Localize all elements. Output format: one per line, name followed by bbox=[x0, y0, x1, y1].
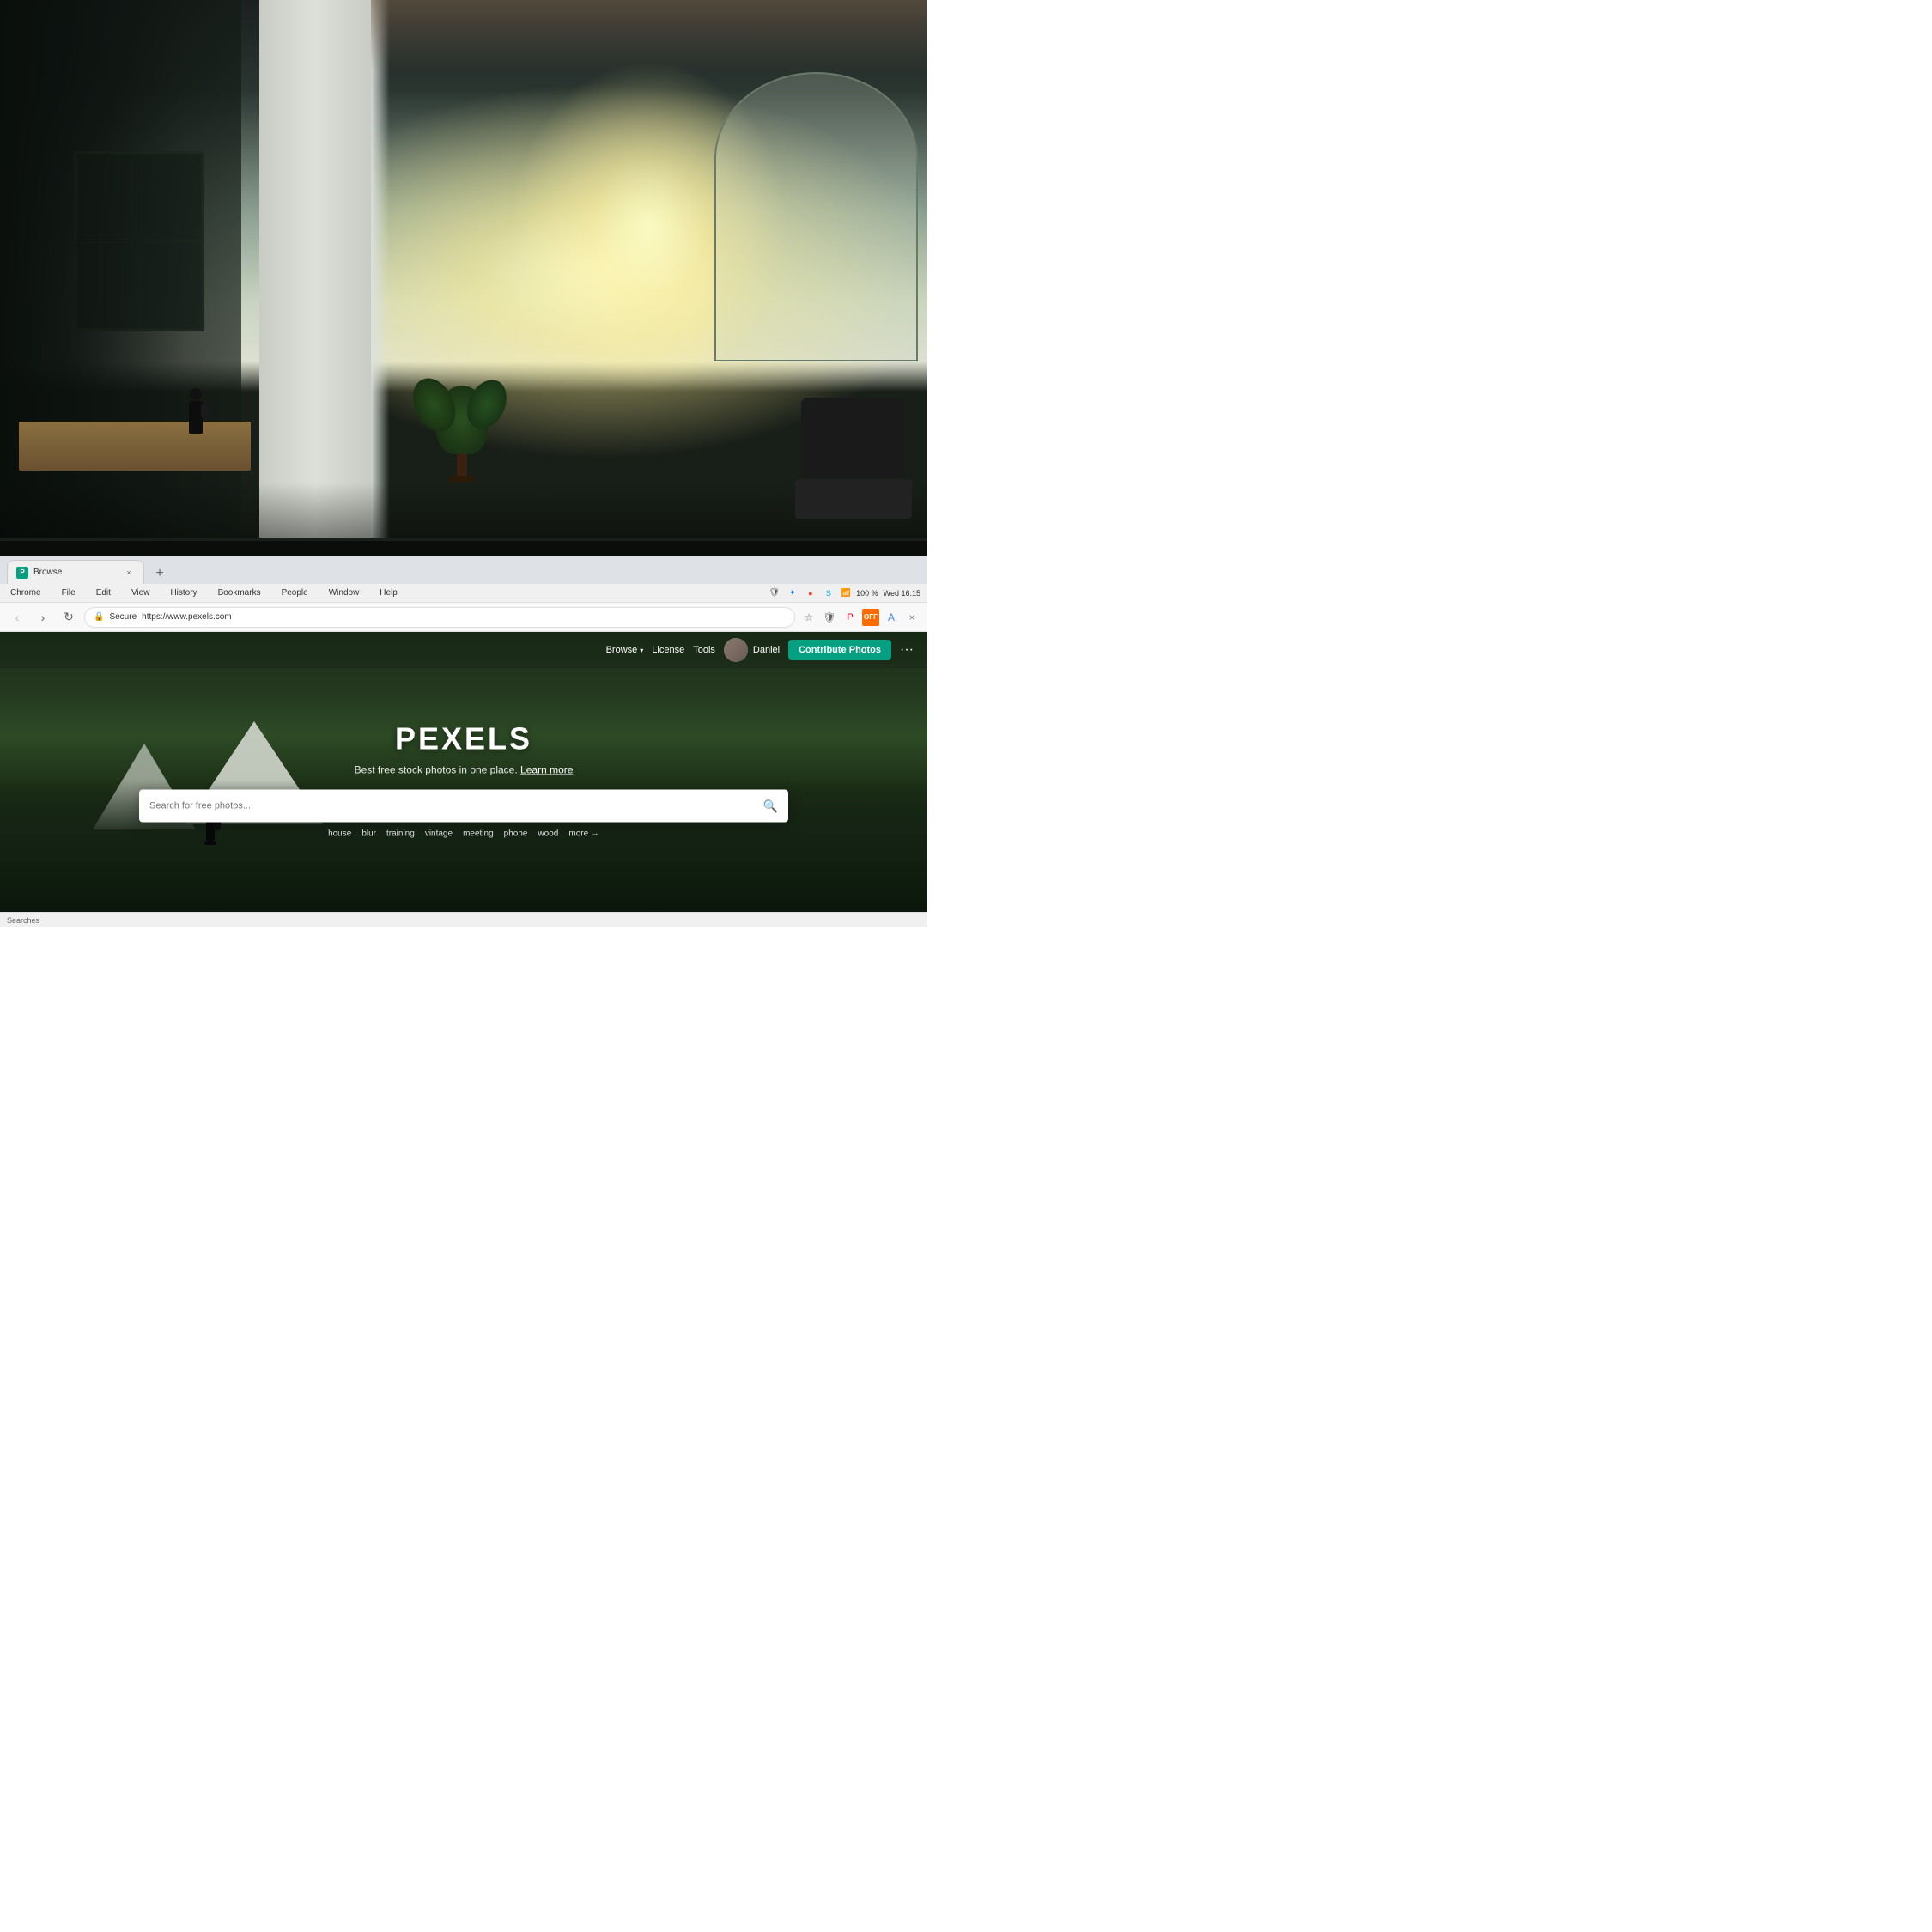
username-label[interactable]: Daniel bbox=[753, 645, 780, 655]
user-avatar[interactable] bbox=[724, 638, 748, 662]
hero-title: PEXELS bbox=[139, 721, 788, 757]
search-icon[interactable]: 🔍 bbox=[763, 799, 778, 813]
more-nav-button[interactable]: ··· bbox=[900, 642, 914, 658]
bookmarks-menu[interactable]: Bookmarks bbox=[215, 586, 264, 599]
nav-right: Browse ▾ License Tools Daniel Contribute… bbox=[606, 638, 914, 662]
tab-title: Browse bbox=[33, 568, 62, 577]
help-menu[interactable]: Help bbox=[376, 586, 401, 599]
office-background bbox=[0, 0, 927, 603]
plant bbox=[436, 386, 488, 483]
search-bar[interactable]: 🔍 bbox=[139, 790, 788, 823]
shield-icon: 🛡 bbox=[767, 586, 782, 601]
shield-check-icon[interactable]: 🛡 bbox=[821, 609, 838, 626]
new-tab-button[interactable]: + bbox=[149, 563, 170, 584]
browser-menu-bar: Chrome File Edit View History Bookmarks … bbox=[0, 584, 927, 603]
battery-level: 100 % bbox=[856, 589, 878, 598]
window-menu[interactable]: Window bbox=[325, 586, 363, 599]
hero-content: PEXELS Best free stock photos in one pla… bbox=[139, 721, 788, 839]
chair bbox=[788, 398, 918, 530]
status-text: Searches bbox=[7, 916, 39, 925]
pexels-nav: Browse ▾ License Tools Daniel Contribute… bbox=[0, 632, 927, 668]
browser-tabs-bar: P Browse × + bbox=[0, 556, 927, 584]
bookmark-star-icon[interactable]: ☆ bbox=[800, 609, 817, 626]
toolbar-icons: ☆ 🛡 P OFF A × bbox=[800, 609, 920, 626]
active-tab[interactable]: P Browse × bbox=[7, 560, 144, 584]
search-input[interactable] bbox=[149, 801, 756, 811]
secure-label: Secure bbox=[109, 612, 137, 622]
license-nav-item[interactable]: License bbox=[652, 645, 684, 655]
more-tags-button[interactable]: more → bbox=[568, 829, 599, 839]
history-menu[interactable]: History bbox=[167, 586, 200, 599]
ext-icon-2[interactable]: A bbox=[883, 609, 900, 626]
wifi-icon: 📶 bbox=[841, 588, 851, 598]
contribute-photos-button[interactable]: Contribute Photos bbox=[788, 640, 891, 660]
back-button[interactable]: ‹ bbox=[7, 607, 27, 628]
dropbox-icon: ✦ bbox=[785, 586, 800, 601]
search-tags: house blur training vintage meeting phon… bbox=[139, 829, 788, 839]
pexels-hero: Browse ▾ License Tools Daniel Contribute… bbox=[0, 632, 927, 927]
status-bar: Searches bbox=[0, 912, 927, 927]
search-tag-house[interactable]: house bbox=[328, 829, 351, 839]
address-bar[interactable]: 🔒 Secure https://www.pexels.com bbox=[84, 607, 795, 628]
search-tag-vintage[interactable]: vintage bbox=[425, 829, 453, 839]
search-tag-blur[interactable]: blur bbox=[361, 829, 376, 839]
pinterest-icon[interactable]: P bbox=[841, 609, 859, 626]
chrome-icon: ● bbox=[803, 586, 818, 601]
chrome-menu[interactable]: Chrome bbox=[7, 586, 45, 599]
system-tray: 🛡 ✦ ● S 📶 100 % Wed 16:15 bbox=[767, 586, 920, 601]
browse-nav-item[interactable]: Browse ▾ bbox=[606, 645, 644, 655]
tab-close-button[interactable]: × bbox=[123, 567, 135, 579]
forward-button[interactable]: › bbox=[33, 607, 53, 628]
ext-icon-1[interactable]: OFF bbox=[862, 609, 879, 626]
close-window-icon[interactable]: × bbox=[903, 609, 920, 626]
search-tag-training[interactable]: training bbox=[386, 829, 415, 839]
person-silhouette bbox=[185, 388, 206, 434]
file-menu[interactable]: File bbox=[58, 586, 79, 599]
edit-menu[interactable]: Edit bbox=[93, 586, 114, 599]
pexels-website: Browse ▾ License Tools Daniel Contribute… bbox=[0, 632, 927, 927]
browser-toolbar: ‹ › ↻ 🔒 Secure https://www.pexels.com ☆ … bbox=[0, 603, 927, 632]
people-menu[interactable]: People bbox=[278, 586, 312, 599]
view-menu[interactable]: View bbox=[128, 586, 154, 599]
secure-icon: 🔒 bbox=[94, 612, 104, 622]
url-text: https://www.pexels.com bbox=[142, 612, 231, 622]
search-tag-wood[interactable]: wood bbox=[538, 829, 558, 839]
search-tag-phone[interactable]: phone bbox=[504, 829, 528, 839]
skype-icon: S bbox=[821, 586, 836, 601]
hero-subtitle: Best free stock photos in one place. Lea… bbox=[139, 764, 788, 776]
tab-favicon: P bbox=[16, 567, 28, 579]
system-time: Wed 16:15 bbox=[884, 589, 920, 598]
browser-window: P Browse × + Chrome File Edit View Histo… bbox=[0, 556, 927, 927]
search-tag-meeting[interactable]: meeting bbox=[463, 829, 494, 839]
tools-nav-item[interactable]: Tools bbox=[693, 645, 715, 655]
learn-more-link[interactable]: Learn more bbox=[520, 764, 573, 776]
reload-button[interactable]: ↻ bbox=[58, 607, 79, 628]
